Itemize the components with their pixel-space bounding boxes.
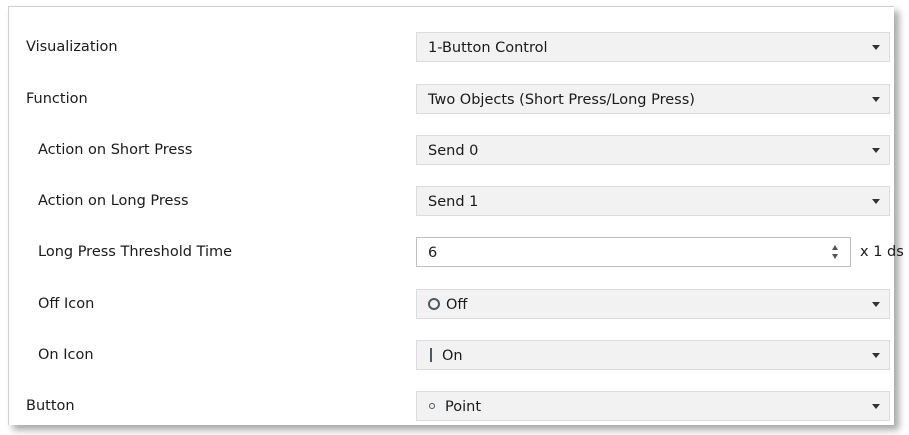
visualization-value: 1-Button Control <box>428 40 548 56</box>
row-long-press: Action on Long Press Send 1 <box>9 181 894 221</box>
long-press-label: Action on Long Press <box>38 193 189 209</box>
button-option: Point <box>428 397 481 417</box>
chevron-down-icon <box>872 302 880 307</box>
on-icon-value: On <box>442 348 463 364</box>
function-value: Two Objects (Short Press/Long Press) <box>428 92 695 108</box>
threshold-unit: x 1 ds <box>860 244 904 260</box>
short-press-value: Send 0 <box>428 143 479 159</box>
spin-buttons <box>831 245 841 261</box>
long-press-value: Send 1 <box>428 194 479 210</box>
row-visualization: Visualization 1-Button Control <box>9 27 894 67</box>
button-select[interactable]: Point <box>416 391 890 421</box>
parameter-panel: Visualization 1-Button Control Function … <box>8 6 904 426</box>
row-threshold: Long Press Threshold Time 6 x 1 ds <box>9 232 904 272</box>
off-icon-select[interactable]: Off <box>416 289 890 319</box>
short-press-select[interactable]: Send 0 <box>416 135 890 165</box>
row-short-press: Action on Short Press Send 0 <box>9 130 894 170</box>
function-select[interactable]: Two Objects (Short Press/Long Press) <box>416 84 890 114</box>
row-off-icon: Off Icon Off <box>9 284 894 324</box>
threshold-spinbox[interactable]: 6 <box>416 237 851 267</box>
on-icon-option: On <box>428 346 463 366</box>
chevron-down-icon <box>872 45 880 50</box>
chevron-down-icon <box>872 199 880 204</box>
chevron-down-icon <box>872 404 880 409</box>
threshold-label: Long Press Threshold Time <box>38 244 233 260</box>
chevron-down-icon <box>872 148 880 153</box>
ring-icon <box>428 298 440 310</box>
button-value: Point <box>445 399 482 415</box>
short-press-label: Action on Short Press <box>38 142 193 158</box>
row-on-icon: On Icon On <box>9 335 894 375</box>
row-function: Function Two Objects (Short Press/Long P… <box>9 79 894 119</box>
on-icon-label: On Icon <box>38 347 94 363</box>
spin-up-icon[interactable] <box>832 245 838 250</box>
visualization-select[interactable]: 1-Button Control <box>416 32 890 62</box>
bar-icon <box>430 348 432 362</box>
long-press-select[interactable]: Send 1 <box>416 186 890 216</box>
off-icon-value: Off <box>446 297 468 313</box>
chevron-down-icon <box>872 353 880 358</box>
threshold-value: 6 <box>428 245 438 261</box>
visualization-label: Visualization <box>26 39 118 55</box>
chevron-down-icon <box>872 97 880 102</box>
button-label: Button <box>26 398 75 414</box>
point-icon <box>429 403 435 409</box>
off-icon-label: Off Icon <box>38 296 95 312</box>
row-button: Button Point <box>9 386 894 426</box>
spin-down-icon[interactable] <box>832 254 838 259</box>
on-icon-select[interactable]: On <box>416 340 890 370</box>
function-label: Function <box>26 91 88 107</box>
off-icon-option: Off <box>428 295 467 315</box>
